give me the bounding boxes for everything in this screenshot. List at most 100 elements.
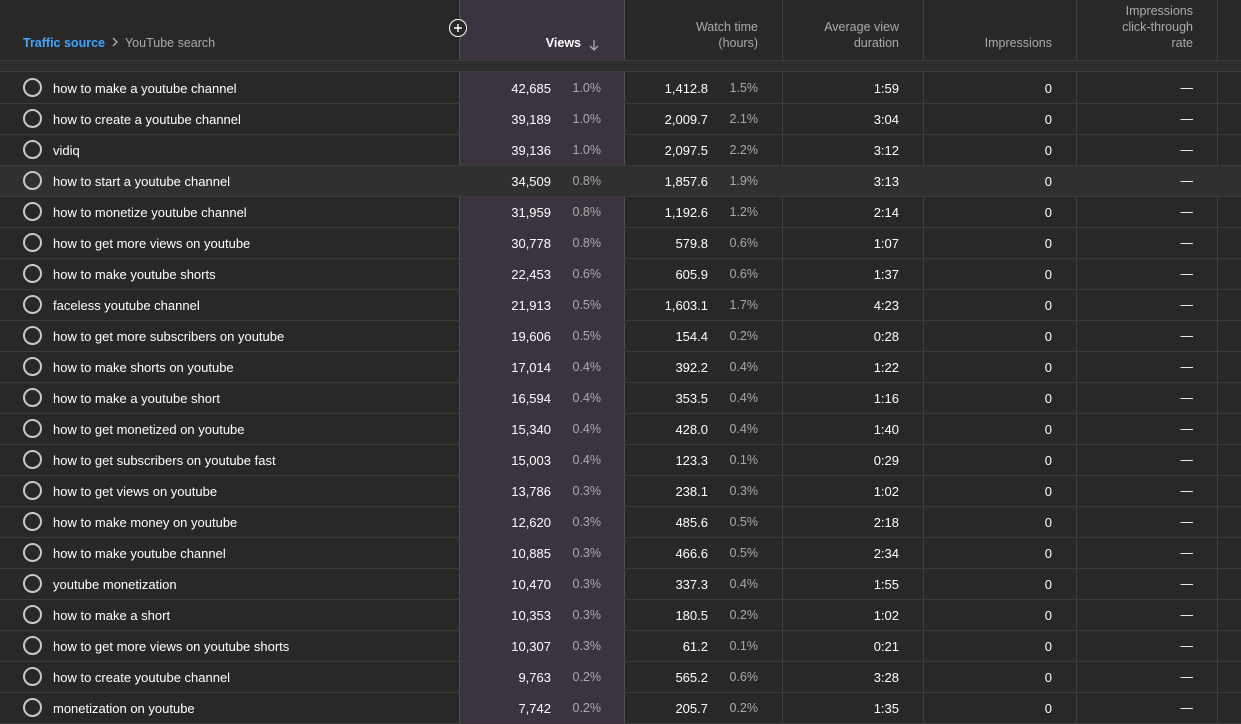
views-value: 10,885 (511, 546, 551, 561)
search-term[interactable]: monetization on youtube (53, 701, 195, 716)
ctr-column-header[interactable]: Impressions click-through rate (1076, 0, 1217, 60)
table-row[interactable]: how to get views on youtube 13,786 0.3% 238… (0, 476, 1241, 507)
row-select-radio[interactable] (23, 233, 42, 252)
search-term[interactable]: how to create a youtube channel (53, 112, 241, 127)
avg-view-duration-value: 3:04 (873, 112, 899, 127)
watch-time-value: 605.9 (675, 267, 708, 282)
table-row[interactable]: how to make a short 10,353 0.3% 180.5 0.2% 1:… (0, 600, 1241, 631)
impressions-value: 0 (1044, 639, 1052, 654)
ctr-value: — (1180, 701, 1194, 715)
row-select-radio[interactable] (23, 202, 42, 221)
row-select-radio[interactable] (23, 295, 42, 314)
search-term[interactable]: how to make a youtube channel (53, 81, 237, 96)
row-select-radio[interactable] (23, 543, 42, 562)
table-row[interactable]: how to start a youtube channel 34,509 0.8%… (0, 166, 1241, 197)
row-select-radio[interactable] (23, 78, 42, 97)
table-row[interactable]: how to make youtube shorts 22,453 0.6% 605.… (0, 259, 1241, 290)
search-term[interactable]: how to get subscribers on youtube fast (53, 453, 276, 468)
sort-down-arrow-icon[interactable] (589, 39, 599, 51)
avg-view-duration-value: 1:02 (873, 484, 899, 499)
row-select-radio[interactable] (23, 481, 42, 500)
table-row[interactable]: how to get more subscribers on youtube 19… (0, 321, 1241, 352)
search-term[interactable]: how to get more views on youtube (53, 236, 250, 251)
search-term[interactable]: how to get views on youtube (53, 484, 217, 499)
table-row[interactable]: how to make a youtube short 16,594 0.4% 353… (0, 383, 1241, 414)
breadcrumb-traffic-source[interactable]: Traffic source (23, 36, 105, 50)
ctr-value: — (1180, 577, 1194, 591)
table-row[interactable]: how to get subscribers on youtube fast 15… (0, 445, 1241, 476)
row-select-radio[interactable] (23, 419, 42, 438)
row-select-radio[interactable] (23, 140, 42, 159)
search-term[interactable]: vidiq (53, 143, 80, 158)
search-term[interactable]: how to make youtube channel (53, 546, 226, 561)
search-term[interactable]: how to get more views on youtube shorts (53, 639, 289, 654)
impressions-column-header[interactable]: Impressions (923, 0, 1076, 60)
views-value: 19,606 (511, 329, 551, 344)
views-column-header[interactable]: Views (459, 0, 625, 60)
impressions-header-label: Impressions (984, 36, 1052, 50)
table-row[interactable]: how to make a youtube channel 42,685 1.0% 1… (0, 73, 1241, 104)
watch-time-header-label: Watch time (695, 20, 758, 34)
row-select-radio[interactable] (23, 109, 42, 128)
avg-view-duration-column-header[interactable]: Average view duration (782, 0, 923, 60)
table-row[interactable]: faceless youtube channel 21,913 0.5% 1,603.… (0, 290, 1241, 321)
search-term[interactable]: how to monetize youtube channel (53, 205, 247, 220)
table-row[interactable]: how to make money on youtube 12,620 0.3% 48… (0, 507, 1241, 538)
views-percent: 0.4% (572, 422, 602, 436)
search-term[interactable]: how to make youtube shorts (53, 267, 216, 282)
table-row[interactable]: youtube monetization 10,470 0.3% 337.3 0.4% 1… (0, 569, 1241, 600)
row-select-radio[interactable] (23, 388, 42, 407)
table-row[interactable]: how to get more views on youtube 30,778 0.… (0, 228, 1241, 259)
ctr-value: — (1180, 515, 1194, 529)
row-select-radio[interactable] (23, 574, 42, 593)
search-term[interactable]: how to make money on youtube (53, 515, 237, 530)
table-row[interactable]: how to monetize youtube channel 31,959 0.8… (0, 197, 1241, 228)
row-select-radio[interactable] (23, 667, 42, 686)
avg-view-duration-value: 4:23 (873, 298, 899, 313)
views-value: 10,353 (511, 608, 551, 623)
views-percent: 0.3% (572, 515, 602, 529)
search-term[interactable]: how to make shorts on youtube (53, 360, 234, 375)
row-select-radio[interactable] (23, 357, 42, 376)
row-select-radio[interactable] (23, 264, 42, 283)
search-term[interactable]: how to get monetized on youtube (53, 422, 245, 437)
table-row[interactable]: how to get monetized on youtube 15,340 0.4… (0, 414, 1241, 445)
search-term[interactable]: how to make a youtube short (53, 391, 220, 406)
search-term[interactable]: how to make a short (53, 608, 170, 623)
search-term[interactable]: youtube monetization (53, 577, 177, 592)
watch-time-percent: 0.4% (729, 391, 759, 405)
watch-time-value: 565.2 (675, 670, 708, 685)
row-select-radio[interactable] (23, 636, 42, 655)
avg-view-duration-value: 2:14 (873, 205, 899, 220)
views-percent: 0.8% (572, 205, 602, 219)
avg-view-duration-value: 1:35 (873, 701, 899, 716)
row-select-radio[interactable] (23, 512, 42, 531)
search-term[interactable]: how to create youtube channel (53, 670, 230, 685)
row-select-radio[interactable] (23, 698, 42, 717)
ctr-value: — (1180, 143, 1194, 157)
avg-view-duration-value: 0:29 (873, 453, 899, 468)
table-row[interactable]: how to make shorts on youtube 17,014 0.4% 3… (0, 352, 1241, 383)
row-select-radio[interactable] (23, 450, 42, 469)
search-term[interactable]: faceless youtube channel (53, 298, 200, 313)
row-select-radio[interactable] (23, 605, 42, 624)
watch-time-column-header[interactable]: Watch time (hours) (625, 0, 782, 60)
row-select-radio[interactable] (23, 171, 42, 190)
table-row[interactable]: vidiq 39,136 1.0% 2,097.5 2.2% 3:12 0 — (0, 135, 1241, 166)
watch-time-percent: 0.1% (729, 453, 759, 467)
views-percent: 0.4% (572, 453, 602, 467)
avg-view-duration-value: 1:40 (873, 422, 899, 437)
table-row[interactable]: how to get more views on youtube shorts 1… (0, 631, 1241, 662)
table-row[interactable]: how to create youtube channel 9,763 0.2% 56… (0, 662, 1241, 693)
search-term[interactable]: how to get more subscribers on youtube (53, 329, 284, 344)
views-value: 10,470 (511, 577, 551, 592)
watch-time-percent: 0.6% (729, 236, 759, 250)
table-row[interactable]: how to make youtube channel 10,885 0.3% 466… (0, 538, 1241, 569)
search-term[interactable]: how to start a youtube channel (53, 174, 230, 189)
watch-time-percent: 1.5% (729, 81, 759, 95)
table-row[interactable]: monetization on youtube 7,742 0.2% 205.7 0.2… (0, 693, 1241, 724)
views-value: 10,307 (511, 639, 551, 654)
impressions-value: 0 (1044, 267, 1052, 282)
row-select-radio[interactable] (23, 326, 42, 345)
table-row[interactable]: how to create a youtube channel 39,189 1.0… (0, 104, 1241, 135)
